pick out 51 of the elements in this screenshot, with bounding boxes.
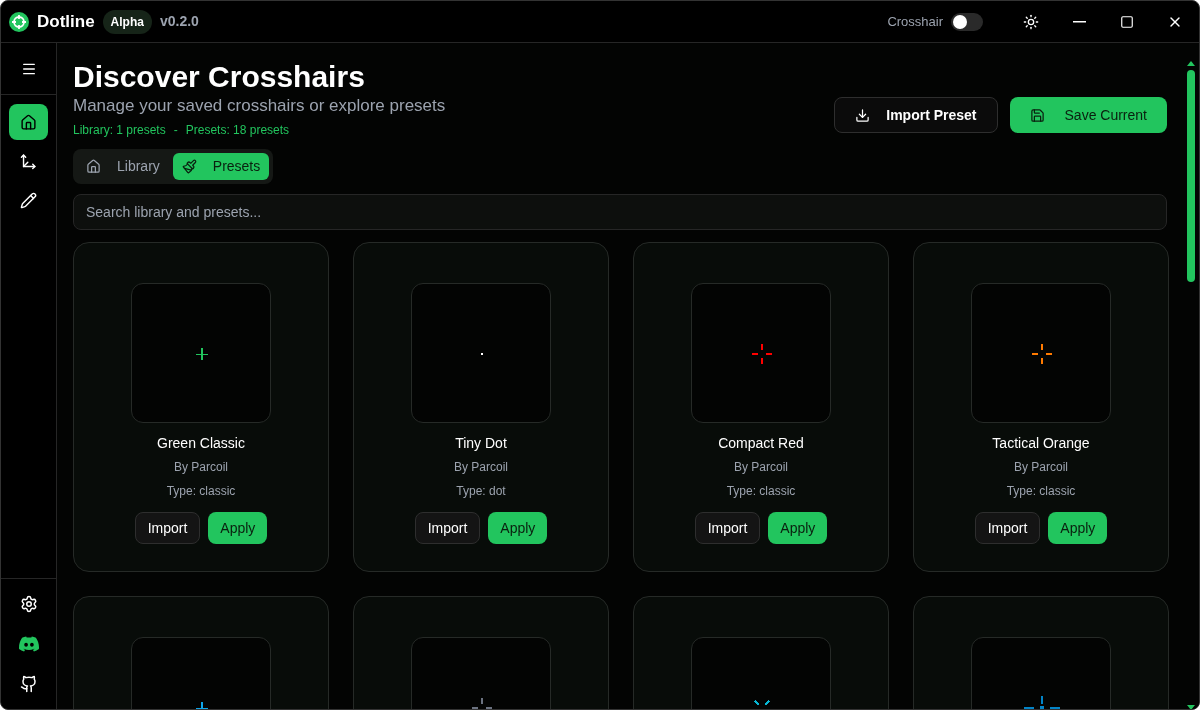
maximize-icon bbox=[1120, 14, 1134, 29]
card-author: By Parcoil bbox=[454, 459, 508, 476]
import-preset-button[interactable]: Import Preset bbox=[834, 97, 998, 133]
card-title: Compact Red bbox=[718, 434, 804, 453]
version-label: v0.2.0 bbox=[159, 12, 199, 31]
apply-button[interactable]: Apply bbox=[1048, 512, 1108, 544]
apply-button[interactable]: Apply bbox=[768, 512, 828, 544]
github-icon bbox=[19, 675, 38, 693]
alpha-badge: Alpha bbox=[102, 9, 152, 34]
page-title: Discover Crosshairs bbox=[73, 59, 366, 95]
stats-separator: - bbox=[173, 122, 178, 139]
app-name: Dotline bbox=[37, 10, 95, 33]
card-title: Green Classic bbox=[157, 434, 245, 453]
pencil-icon bbox=[20, 191, 37, 209]
card-author: By Parcoil bbox=[1014, 459, 1068, 476]
toggle-label: Crosshair bbox=[887, 12, 943, 31]
nav-item[interactable] bbox=[9, 104, 48, 140]
brush-icon bbox=[181, 159, 197, 174]
home-icon bbox=[86, 159, 101, 174]
crosshair-toggle[interactable] bbox=[951, 12, 983, 31]
card-title: Tiny Dot bbox=[455, 434, 507, 453]
apply-button[interactable]: Apply bbox=[488, 512, 548, 544]
card-author: By Parcoil bbox=[734, 459, 788, 476]
page-subtitle: Manage your saved crosshairs or explore presets bbox=[73, 95, 447, 117]
import-icon bbox=[855, 107, 871, 123]
card-type: Type: dot bbox=[456, 483, 506, 500]
library-count: Library: 1 presets bbox=[73, 122, 166, 139]
card-title: Tactical Orange bbox=[992, 434, 1090, 453]
app-logo-icon bbox=[9, 11, 29, 32]
card-type: Type: classic bbox=[726, 483, 796, 500]
gear-icon bbox=[19, 595, 38, 613]
import-button[interactable]: Import bbox=[134, 512, 201, 544]
axes-icon bbox=[20, 152, 37, 170]
import-button[interactable]: Import bbox=[694, 512, 761, 544]
apply-button[interactable]: Apply bbox=[208, 512, 268, 544]
save-current-button[interactable]: Save Current bbox=[1009, 97, 1167, 133]
import-button[interactable]: Import bbox=[974, 512, 1041, 544]
card-author: By Parcoil bbox=[174, 459, 228, 476]
presets-count: Presets: 18 presets bbox=[185, 122, 290, 139]
discord-icon bbox=[18, 634, 39, 654]
search-input[interactable]: Search library and presets... bbox=[86, 201, 1154, 223]
tab[interactable]: Presets bbox=[172, 153, 270, 180]
minimize-icon bbox=[1072, 20, 1086, 23]
save-icon bbox=[1029, 107, 1045, 123]
sun-icon bbox=[1023, 13, 1039, 30]
card-type: Type: classic bbox=[166, 483, 236, 500]
home-icon bbox=[20, 113, 37, 131]
tab[interactable]: Library bbox=[77, 153, 169, 180]
import-button[interactable]: Import bbox=[414, 512, 481, 544]
search-field[interactable]: Search library and presets... bbox=[73, 194, 1167, 230]
card-type: Type: classic bbox=[1006, 483, 1076, 500]
